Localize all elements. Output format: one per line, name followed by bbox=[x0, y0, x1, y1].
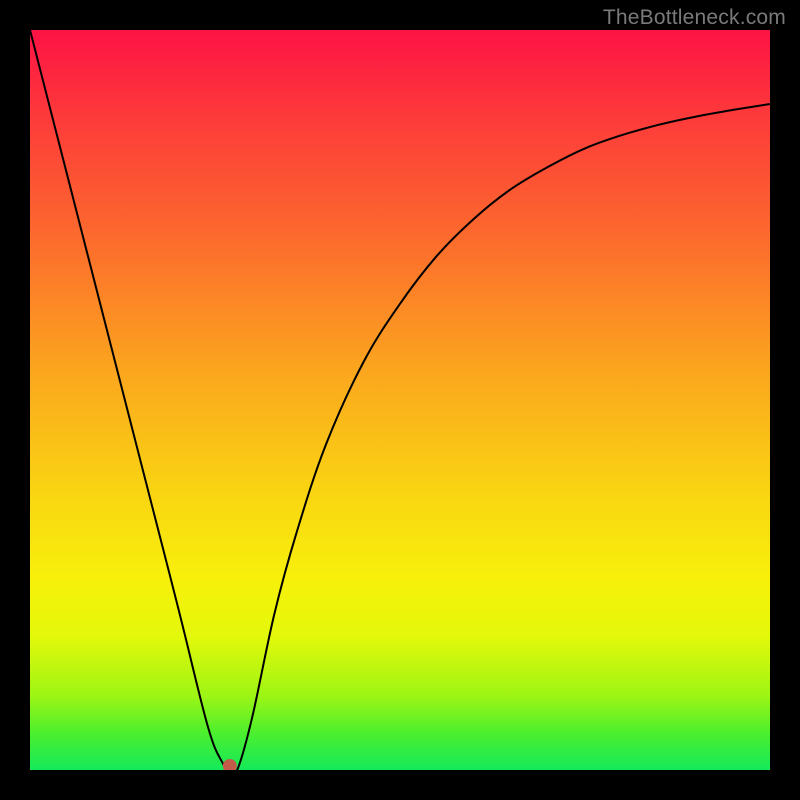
watermark-text: TheBottleneck.com bbox=[603, 6, 786, 30]
optimum-marker bbox=[223, 759, 237, 770]
chart-frame: TheBottleneck.com bbox=[0, 0, 800, 800]
plot-area bbox=[30, 30, 770, 770]
bottleneck-curve-path bbox=[30, 30, 770, 770]
curve-svg bbox=[30, 30, 770, 770]
